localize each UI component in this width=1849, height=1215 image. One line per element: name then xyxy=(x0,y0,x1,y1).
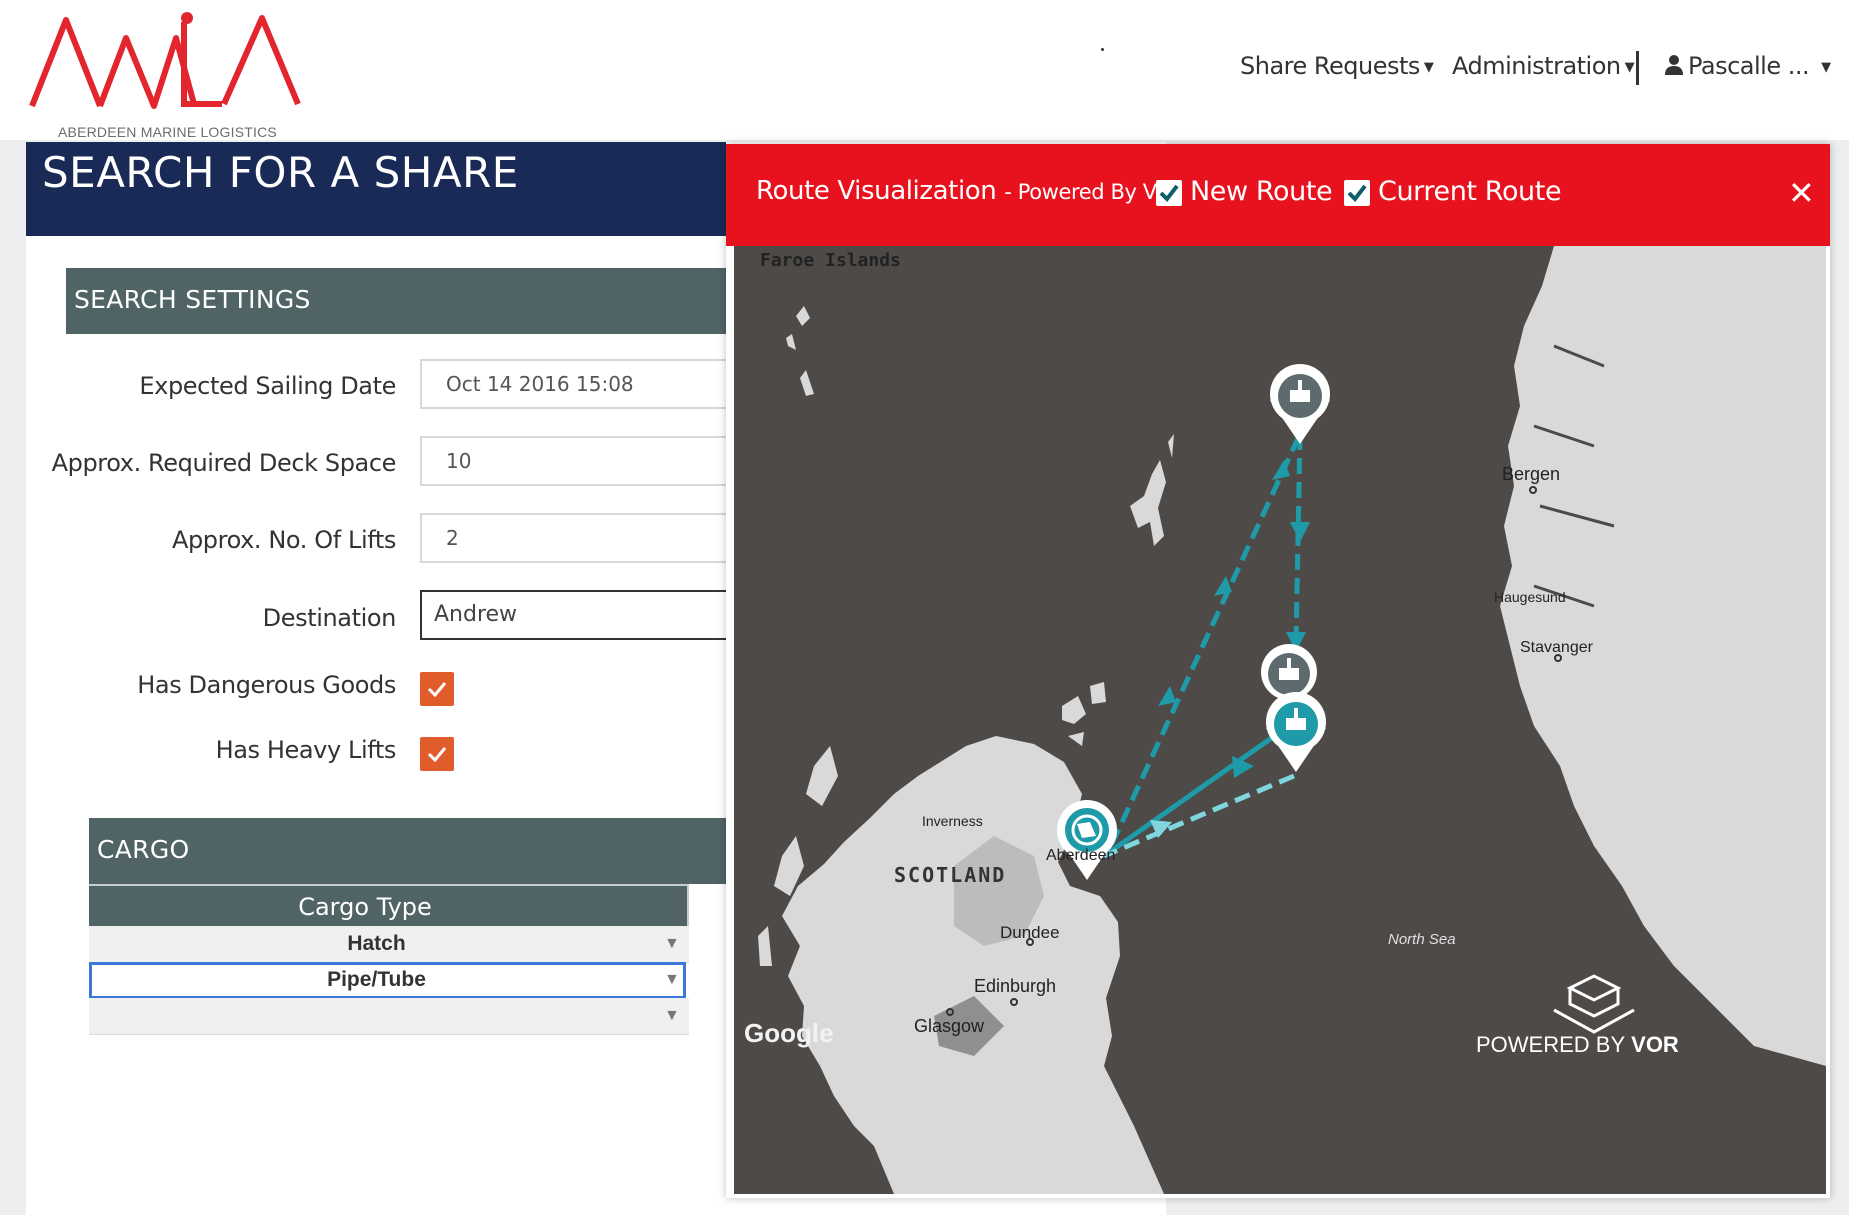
close-icon[interactable]: ✕ xyxy=(1788,174,1815,212)
cargo-row-value: Hatch xyxy=(347,932,406,955)
scotland-land xyxy=(782,736,1164,1194)
cargo-row[interactable]: ▼ xyxy=(89,998,689,1035)
powered-by-brand: VOR xyxy=(1631,1032,1679,1057)
new-route-line xyxy=(1102,729,1282,859)
cargo-title: CARGO xyxy=(97,835,190,864)
cargo-row-value: Pipe/Tube xyxy=(327,968,426,991)
route-visualization-modal: Route Visualization - Powered By Vor New… xyxy=(726,144,1830,1198)
destination-label: Destination xyxy=(262,604,397,632)
caret-down-icon: ▼ xyxy=(1624,59,1635,75)
lifts-input[interactable]: 2 xyxy=(420,513,740,563)
cargo-row-selected[interactable]: Pipe/Tube ▼ xyxy=(89,962,686,999)
modal-title-text: Route Visualization xyxy=(756,176,997,206)
dropdown-arrow-icon[interactable]: ▼ xyxy=(664,926,680,962)
search-settings-title: SEARCH SETTINGS xyxy=(74,285,311,314)
powered-by-prefix: POWERED BY xyxy=(1476,1032,1625,1057)
nav-share-requests-label: Share Requests xyxy=(1240,52,1420,80)
route-arrow-icon xyxy=(1158,686,1176,706)
modal-subtitle: - Powered By Vor xyxy=(1004,180,1176,204)
dropdown-arrow-icon[interactable]: ▼ xyxy=(664,962,680,998)
map-canvas: Faroe Islands Bergen Haugesund Stavanger… xyxy=(744,246,1826,1194)
dropdown-arrow-icon[interactable]: ▼ xyxy=(664,998,680,1034)
amla-logo[interactable]: ABERDEEN MARINE LOGISTICS ALLIANCE xyxy=(26,8,326,156)
page-title-bar: SEARCH FOR A SHARE xyxy=(26,142,726,236)
sailing-date-label: Expected Sailing Date xyxy=(139,372,396,400)
search-settings-heading: SEARCH SETTINGS xyxy=(66,268,726,334)
amla-logo-mark xyxy=(29,12,301,109)
map-label-inverness: Inverness xyxy=(922,813,983,829)
shetland-land xyxy=(1130,434,1174,546)
route-map[interactable]: Faroe Islands Bergen Haugesund Stavanger… xyxy=(734,246,1826,1194)
top-navbar: ABERDEEN MARINE LOGISTICS ALLIANCE Share… xyxy=(0,0,1849,156)
user-menu[interactable]: Pascalle ... ▼ xyxy=(1664,52,1831,80)
map-label-scotland: SCOTLAND xyxy=(894,863,1006,887)
deck-space-input[interactable]: 10 xyxy=(420,436,740,486)
cargo-row[interactable]: Hatch ▼ xyxy=(89,926,689,963)
user-icon xyxy=(1665,55,1683,75)
checkmark-icon xyxy=(1347,184,1367,203)
map-label-bergen: Bergen xyxy=(1502,464,1560,484)
destination-input[interactable]: Andrew xyxy=(420,590,740,640)
deck-space-label: Approx. Required Deck Space xyxy=(51,449,397,477)
google-logo: Google xyxy=(744,1018,834,1048)
cargo-type-header: Cargo Type xyxy=(298,893,432,921)
map-label-faroe: Faroe Islands xyxy=(760,250,901,271)
new-route-label[interactable]: New Route xyxy=(1190,176,1333,207)
vor-logo-icon xyxy=(1553,974,1635,1034)
checkmark-icon xyxy=(427,747,447,763)
nav-dot xyxy=(1101,48,1104,51)
faroe-land xyxy=(786,306,814,396)
platform-marker-icon[interactable] xyxy=(1270,364,1330,444)
cargo-grid-header: Cargo Type xyxy=(89,884,689,928)
map-label-haugesund: Haugesund xyxy=(1494,589,1566,605)
heavy-lifts-checkbox[interactable] xyxy=(420,737,454,771)
nav-administration-label: Administration xyxy=(1452,52,1621,80)
new-route-checkbox[interactable] xyxy=(1156,180,1182,206)
checkmark-icon xyxy=(427,682,447,698)
map-label-stavanger: Stavanger xyxy=(1520,639,1594,656)
map-label-dundee: Dundee xyxy=(1000,923,1060,942)
map-label-glasgow: Glasgow xyxy=(914,1016,985,1036)
modal-header: Route Visualization - Powered By Vor New… xyxy=(726,144,1830,246)
nav-separator xyxy=(1636,51,1639,85)
dangerous-goods-label: Has Dangerous Goods xyxy=(137,671,396,699)
modal-title: Route Visualization - Powered By Vor xyxy=(756,176,1176,206)
caret-down-icon: ▼ xyxy=(1423,59,1434,75)
map-label-aberdeen: Aberdeen xyxy=(1046,847,1115,864)
nav-share-requests[interactable]: Share Requests ▼ xyxy=(1240,52,1434,80)
platform-marker-icon[interactable] xyxy=(1261,644,1317,700)
current-route-label[interactable]: Current Route xyxy=(1378,176,1562,207)
current-route-checkbox[interactable] xyxy=(1344,180,1370,206)
lifts-label: Approx. No. Of Lifts xyxy=(171,526,396,554)
map-label-edinburgh: Edinburgh xyxy=(974,976,1056,996)
globe-marker-icon[interactable] xyxy=(1057,800,1117,880)
route-arrow-icon xyxy=(1290,522,1310,542)
checkmark-icon xyxy=(1159,184,1179,203)
page-title: SEARCH FOR A SHARE xyxy=(42,148,519,197)
powered-by-label: POWERED BY VOR xyxy=(1476,1032,1679,1057)
norway-land xyxy=(1500,246,1826,1066)
platform-marker-icon[interactable] xyxy=(1266,692,1326,772)
dangerous-goods-checkbox[interactable] xyxy=(420,672,454,706)
cargo-heading: CARGO xyxy=(89,818,726,884)
sailing-date-input[interactable]: Oct 14 2016 15:08 xyxy=(420,359,740,409)
heavy-lifts-label: Has Heavy Lifts xyxy=(215,736,397,764)
orkney-land xyxy=(1062,682,1106,746)
caret-down-icon: ▼ xyxy=(1821,59,1831,75)
nav-administration[interactable]: Administration ▼ xyxy=(1452,52,1635,80)
cargo-type-column[interactable]: Cargo Type xyxy=(89,886,689,928)
map-label-north-sea: North Sea xyxy=(1388,931,1456,948)
user-name: Pascalle ... xyxy=(1688,52,1810,80)
